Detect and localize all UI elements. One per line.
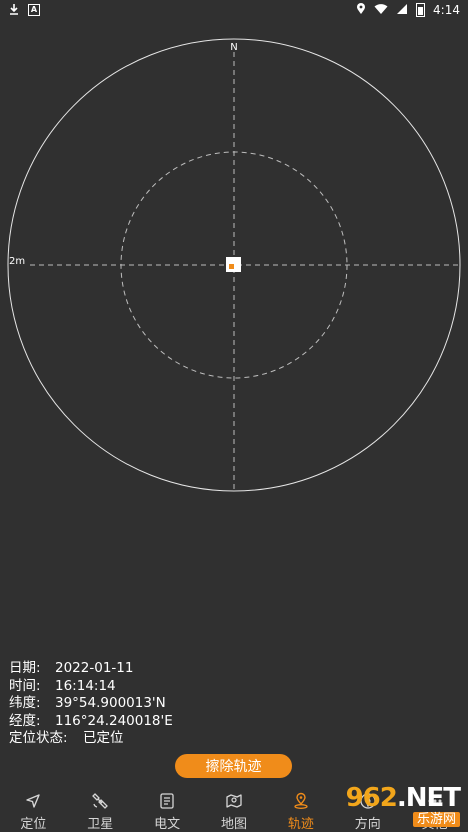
position-dot [229,264,234,269]
latitude-row: 纬度: 39°54.900013'N [9,695,173,713]
message-list-icon [160,793,174,809]
location-pin-icon [356,2,366,18]
latitude-value: 39°54.900013'N [55,695,166,711]
longitude-row: 经度: 116°24.240018'E [9,713,173,731]
nav-item-map[interactable]: 地图 [201,788,268,832]
nav-item-track[interactable]: 轨迹 [267,788,334,832]
a-badge-icon: A [28,4,40,16]
status-time: 4:14 [433,3,460,17]
latitude-label: 纬度: [9,695,41,711]
nav-label-track: 轨迹 [287,817,314,832]
track-pin-icon [294,792,308,809]
nav-label-map: 地图 [221,817,248,832]
nav-label-satellite: 卫星 [87,817,114,832]
map-icon [226,794,242,808]
nav-item-location[interactable]: 定位 [0,788,67,832]
site-watermark-logo: 962.NET 乐游网 [330,783,461,829]
north-label: N [230,42,237,53]
nav-label-message: 电文 [154,817,181,832]
time-row: 时间: 16:14:14 [9,678,173,696]
time-label: 时间: [9,677,41,694]
fix-state-value: 已定位 [83,730,124,746]
fix-state-label: 定位状态: [9,730,68,746]
signal-icon [396,3,408,18]
scale-label: 2m [9,256,25,267]
satellite-icon [92,793,109,809]
wifi-icon [374,3,388,18]
fix-state-row: 定位状态: 已定位 [9,730,173,748]
location-info: 日期: 2022-01-11 时间: 16:14:14 纬度: 39°54.90… [9,660,173,748]
nav-item-satellite[interactable]: 卫星 [67,788,134,832]
watermark-brand: 962.NET [345,783,461,813]
battery-icon [416,3,426,17]
time-value: 16:14:14 [55,677,116,694]
status-bar: A 4:14 [0,0,468,20]
date-value: 2022-01-11 [55,660,134,676]
nav-item-message[interactable]: 电文 [134,788,201,832]
download-icon [8,3,20,18]
longitude-label: 经度: [9,712,41,729]
watermark-sub: 乐游网 [412,812,460,827]
erase-track-button[interactable]: 擦除轨迹 [175,754,292,778]
date-row: 日期: 2022-01-11 [9,660,173,678]
nav-label-location: 定位 [20,817,47,832]
longitude-value: 116°24.240018'E [55,712,173,729]
track-radar: N 2m [7,38,461,492]
position-marker [226,257,241,272]
date-label: 日期: [9,660,41,676]
navigation-arrow-icon [26,794,41,808]
